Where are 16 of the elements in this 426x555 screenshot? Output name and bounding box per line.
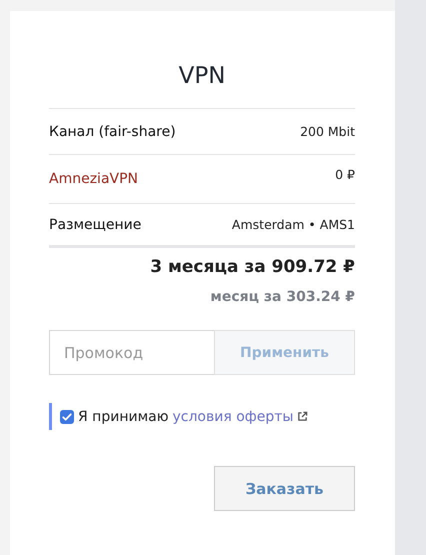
row-value: 200 Mbit	[300, 124, 355, 139]
external-link-icon	[297, 411, 308, 422]
apply-button[interactable]: Применить	[214, 330, 355, 375]
agreement-text: Я принимаю	[78, 408, 168, 424]
monthly-price: месяц за 303.24 ₽	[209, 289, 355, 305]
terms-link[interactable]: условия оферты	[172, 408, 294, 424]
promo-field[interactable]: Промокод	[49, 330, 214, 375]
row-label: Канал (fair-share)	[49, 124, 176, 140]
row-label: Размещение	[49, 216, 142, 232]
row-value: 0 ₽	[335, 167, 355, 182]
card-title: VPN	[178, 63, 226, 91]
total-price: 3 месяца за 909.72 ₽	[149, 257, 355, 277]
order-button[interactable]: Заказать	[214, 466, 355, 511]
checkbox[interactable]	[60, 410, 74, 424]
addon-label: AmneziaVPN	[49, 171, 138, 187]
row-value: Amsterdam • AMS1	[232, 217, 355, 232]
